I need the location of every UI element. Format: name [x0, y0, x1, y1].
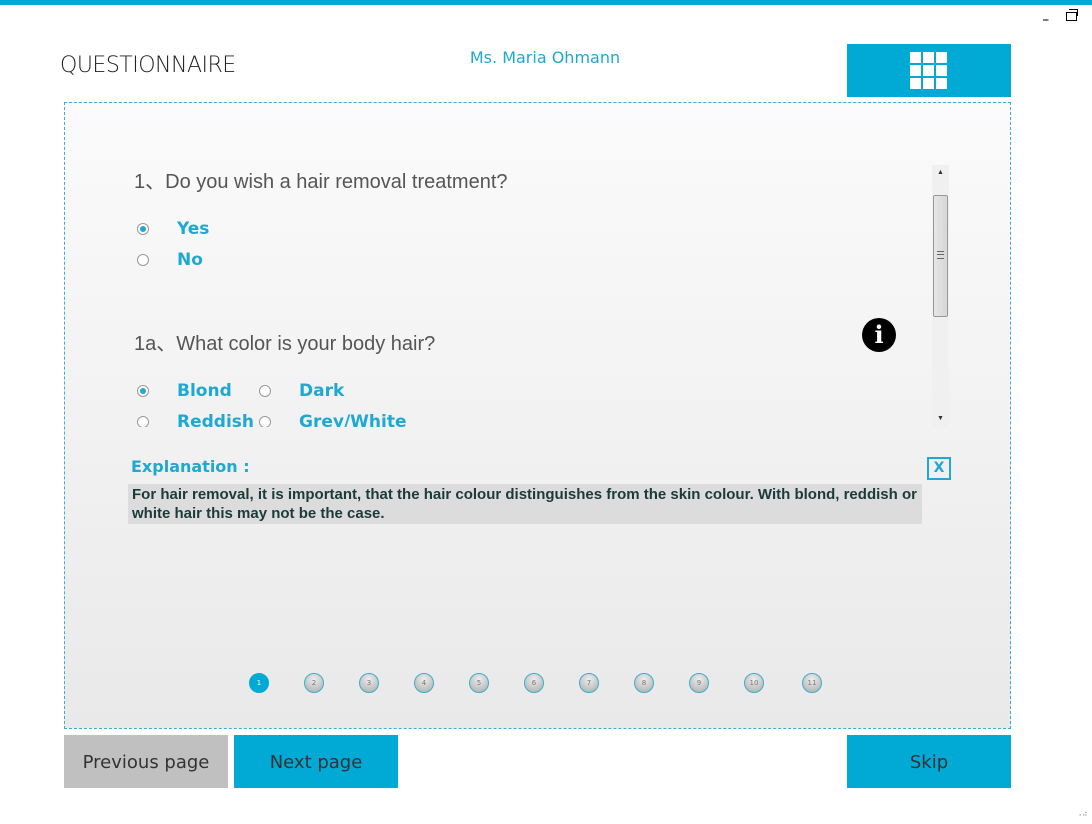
page-dot-10[interactable]: 10	[744, 673, 764, 693]
menu-button[interactable]	[847, 44, 1011, 97]
page-dot-8[interactable]: 8	[634, 673, 654, 693]
radio-label: Blond	[177, 381, 232, 401]
resize-grip-icon[interactable]: ⠠⠴	[1076, 810, 1088, 820]
page-dot-5[interactable]: 5	[469, 673, 489, 693]
question-1: 1、Do you wish a hair removal treatment?	[134, 165, 508, 194]
question-1a: 1a、What color is your body hair?	[134, 327, 435, 356]
question-number: 1a、	[134, 333, 177, 355]
top-accent-bar	[0, 0, 1092, 5]
page-dot-11[interactable]: 11	[802, 673, 822, 693]
scroll-down-arrow-icon[interactable]: ▼	[932, 411, 949, 427]
grip-icon	[937, 251, 944, 259]
close-explanation-button[interactable]: X	[927, 457, 951, 480]
radio-button[interactable]	[137, 416, 149, 427]
page-dot-1[interactable]: 1	[249, 673, 269, 693]
page-dot-6[interactable]: 6	[524, 673, 544, 693]
radio-label: Dark	[299, 381, 345, 401]
next-page-button[interactable]: Next page	[234, 735, 398, 788]
questions-scroll-area: 1、Do you wish a hair removal treatment? …	[131, 165, 949, 427]
page-dot-9[interactable]: 9	[689, 673, 709, 693]
page-dot-4[interactable]: 4	[414, 673, 434, 693]
grid-menu-icon	[910, 52, 947, 89]
page-dot-2[interactable]: 2	[304, 673, 324, 693]
radio-label: Reddish	[177, 412, 255, 427]
page-dot-3[interactable]: 3	[359, 673, 379, 693]
radio-button[interactable]	[259, 385, 271, 397]
user-name: Ms. Maria Ohmann	[469, 48, 621, 67]
scroll-up-arrow-icon[interactable]: ▲	[932, 165, 949, 181]
page-dot-7[interactable]: 7	[579, 673, 599, 693]
explanation-title: Explanation :	[131, 457, 250, 476]
radio-button[interactable]	[137, 254, 149, 266]
scrollbar-thumb[interactable]	[933, 195, 948, 317]
info-icon[interactable]: i	[862, 318, 896, 352]
radio-button[interactable]	[259, 416, 271, 427]
radio-label: No	[177, 250, 203, 270]
restore-icon[interactable]	[1066, 9, 1078, 21]
explanation-text: For hair removal, it is important, that …	[128, 484, 922, 524]
page-indicator: 1 2 3 4 5 6 7 8 9 10 11	[249, 673, 849, 695]
question-number: 1、	[134, 171, 166, 193]
radio-button[interactable]	[137, 223, 149, 235]
radio-label: Grey/White	[299, 412, 407, 427]
question-text: What color is your body hair?	[176, 333, 436, 355]
question-text: Do you wish a hair removal treatment?	[165, 171, 508, 193]
question-panel: 1、Do you wish a hair removal treatment? …	[64, 102, 1011, 729]
page-title: QUESTIONNAIRE	[60, 53, 236, 78]
previous-page-button[interactable]: Previous page	[64, 735, 228, 788]
minimize-button[interactable]: _	[1043, 8, 1049, 21]
scrollbar[interactable]: ▲ ▼	[932, 165, 949, 427]
radio-button[interactable]	[137, 385, 149, 397]
skip-button[interactable]: Skip	[847, 735, 1011, 788]
radio-label: Yes	[177, 219, 210, 239]
